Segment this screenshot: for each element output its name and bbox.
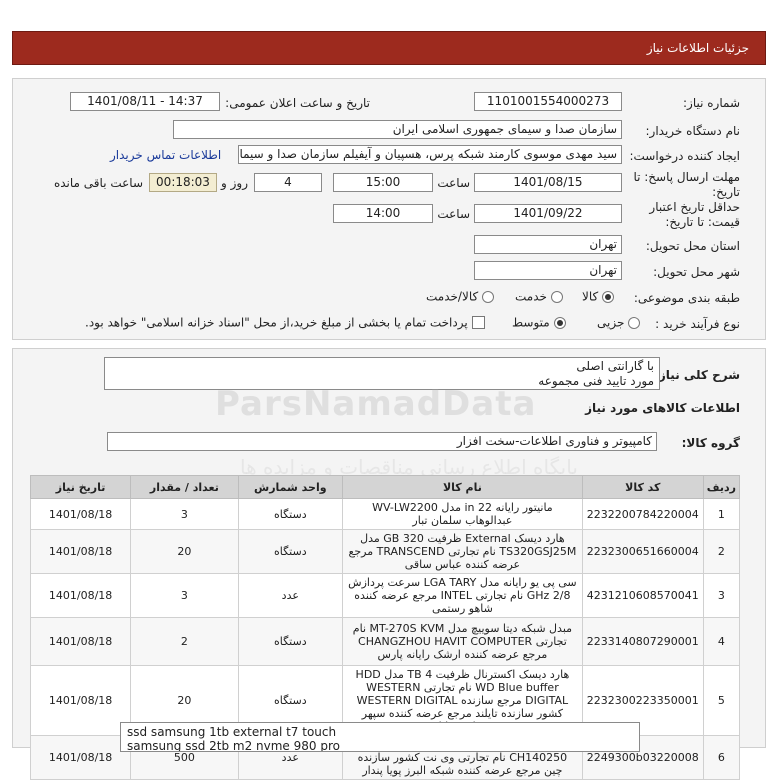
- cell-date: 1401/08/18: [29, 529, 132, 574]
- cell-name: سی پی یو رایانه مدل LGA TARY سرعت پردازش…: [342, 573, 583, 618]
- request-creator-field[interactable]: سید مهدی موسوی کارمند شبکه پرس، هسپیان و…: [238, 145, 622, 164]
- category-option-goods[interactable]: کالا: [582, 289, 615, 304]
- cell-code: 2233140807290001: [581, 617, 704, 666]
- deadline-date-label: تاریخ:: [712, 185, 740, 199]
- need-number-field[interactable]: 1101001554000273: [474, 92, 622, 111]
- buyer-org-label: نام دستگاه خریدار:: [645, 124, 741, 138]
- treasury-checkbox[interactable]: [471, 316, 485, 329]
- validity-date-label: قیمت: تا تاریخ:: [665, 215, 740, 229]
- radio-goods[interactable]: [602, 290, 615, 303]
- days-remaining-field[interactable]: 4: [254, 173, 322, 192]
- col-unit: واحد شمارش: [237, 475, 344, 499]
- page-title: جزئیات اطلاعات نیاز: [646, 41, 749, 55]
- cell-qty: 2: [130, 617, 239, 666]
- validity-date-field[interactable]: 1401/09/22: [474, 204, 622, 223]
- purchase-process-label: نوع فرآیند خرید :: [655, 317, 740, 331]
- announce-datetime-field[interactable]: 1401/08/11 - 14:37: [70, 92, 220, 111]
- request-creator-label: ایجاد کننده درخواست:: [629, 149, 740, 163]
- radio-service[interactable]: [550, 290, 563, 303]
- table-row: 3 4231210608570041 سی پی یو رایانه مدل L…: [29, 573, 741, 618]
- time-remaining-field: 00:18:03: [149, 173, 217, 192]
- radio-medium[interactable]: [553, 316, 566, 329]
- delivery-province-label: استان محل تحویل:: [645, 239, 740, 253]
- cell-date: 1401/08/18: [29, 665, 132, 736]
- cell-name: مانیتور رایانه 22 in مدل WV-LW2200 عبدال…: [342, 498, 583, 530]
- cell-unit: دستگاه: [237, 529, 344, 574]
- cell-date: 1401/08/18: [29, 498, 132, 530]
- buyer-org-field[interactable]: سازمان صدا و سیمای جمهوری اسلامی ایران: [173, 120, 622, 139]
- cell-code: 2232300651660004: [581, 529, 704, 574]
- cell-row: 4: [702, 617, 741, 666]
- table-row: 2 2232300651660004 هارد دیسک External ظر…: [29, 529, 741, 574]
- category-label: طبقه بندی موضوعی:: [633, 291, 740, 305]
- need-description-label: شرح کلی نیاز:: [654, 368, 740, 382]
- process-option-minor[interactable]: جزیی: [597, 315, 641, 330]
- delivery-province-field[interactable]: تهران: [474, 235, 622, 254]
- cell-code: 4231210608570041: [581, 573, 704, 618]
- cell-name: مبدل شبکه دیتا سوییچ مدل MT-270S KVM نام…: [342, 617, 583, 666]
- col-date: تاریخ نیاز: [29, 475, 132, 499]
- buyer-notes-field[interactable]: ssd samsung 1tb external t7 touch samsun…: [120, 722, 640, 752]
- delivery-city-field[interactable]: تهران: [474, 261, 622, 280]
- process-option-medium[interactable]: متوسط: [512, 315, 566, 330]
- cell-row: 3: [702, 573, 741, 618]
- radio-goods-service[interactable]: [482, 290, 495, 303]
- deadline-time-field[interactable]: 15:00: [333, 173, 433, 192]
- buyer-notes-line-1: ssd samsung 1tb external t7 touch: [127, 725, 337, 739]
- goods-group-field[interactable]: کامپیوتر و فناوری اطلاعات-سخت افزار: [107, 432, 657, 451]
- validity-label: حداقل تاریخ اعتبار: [649, 200, 740, 214]
- announce-datetime-label: تاریخ و ساعت اعلان عمومی:: [225, 96, 370, 110]
- cell-code: 2232200784220004: [581, 498, 704, 530]
- cell-row: 5: [702, 665, 741, 736]
- category-option-goods-service[interactable]: کالا/خدمت: [426, 289, 495, 304]
- cell-row: 1: [702, 498, 741, 530]
- cell-date: 1401/08/18: [29, 735, 132, 780]
- need-description-line-2: مورد تایید فنی مجموعه: [538, 374, 654, 388]
- validity-time-label: ساعت: [437, 207, 470, 221]
- buyer-contact-link[interactable]: اطلاعات تماس خریدار: [110, 148, 221, 162]
- buyer-notes-line-2: samsung ssd 2tb m2 nvme 980 pro: [127, 739, 340, 752]
- col-row: ردیف: [702, 475, 741, 499]
- table-row: 4 2233140807290001 مبدل شبکه دیتا سوییچ …: [29, 617, 741, 666]
- category-option-service[interactable]: خدمت: [515, 289, 563, 304]
- cell-qty: 3: [130, 498, 239, 530]
- cell-qty: 20: [130, 529, 239, 574]
- table-row: 1 2232200784220004 مانیتور رایانه 22 in …: [29, 498, 741, 530]
- goods-group-label: گروه کالا:: [681, 436, 740, 450]
- time-remaining-label: ساعت باقی مانده: [53, 176, 143, 190]
- page-title-bar: جزئیات اطلاعات نیاز: [12, 31, 766, 65]
- cell-name: هارد دیسک External ظرفیت 320 GB مدل TS32…: [342, 529, 583, 574]
- delivery-city-label: شهر محل تحویل:: [653, 265, 740, 279]
- goods-table-header: ردیف کد کالا نام کالا واحد شمارش تعداد /…: [29, 475, 741, 499]
- days-label: روز و: [221, 176, 248, 190]
- cell-unit: عدد: [237, 573, 344, 618]
- need-description-field[interactable]: با گارانتی اصلی مورد تایید فنی مجموعه: [104, 357, 660, 390]
- deadline-time-label: ساعت: [437, 176, 470, 190]
- cell-qty: 3: [130, 573, 239, 618]
- cell-date: 1401/08/18: [29, 617, 132, 666]
- col-code: کد کالا: [581, 475, 704, 499]
- cell-row: 2: [702, 529, 741, 574]
- deadline-date-field[interactable]: 1401/08/15: [474, 173, 622, 192]
- radio-minor[interactable]: [628, 316, 641, 329]
- need-description-line-1: با گارانتی اصلی: [576, 359, 654, 373]
- treasury-payment-option[interactable]: پرداخت تمام یا بخشی از مبلغ خرید،از محل …: [85, 315, 485, 330]
- validity-time-field[interactable]: 14:00: [333, 204, 433, 223]
- goods-section-title: اطلاعات کالاهای مورد نیاز: [585, 401, 740, 415]
- deadline-label: مهلت ارسال پاسخ: تا: [633, 170, 740, 184]
- col-name: نام کالا: [342, 475, 583, 499]
- cell-unit: دستگاه: [237, 617, 344, 666]
- cell-unit: دستگاه: [237, 498, 344, 530]
- col-qty: تعداد / مقدار: [130, 475, 239, 499]
- cell-date: 1401/08/18: [29, 573, 132, 618]
- cell-row: 6: [702, 735, 741, 780]
- need-number-label: شماره نیاز:: [683, 96, 740, 110]
